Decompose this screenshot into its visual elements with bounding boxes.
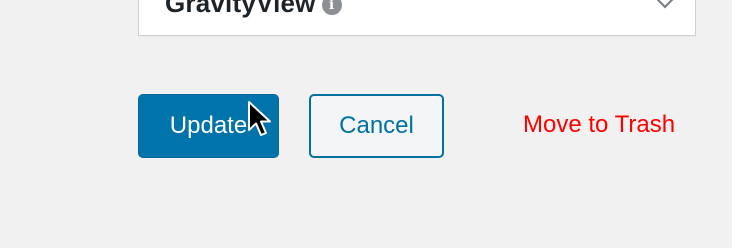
metabox-title: GravityView i (165, 0, 342, 19)
gravityview-metabox: GravityView i (138, 0, 696, 36)
chevron-down-icon[interactable] (653, 0, 677, 9)
metabox-title-text: GravityView (165, 0, 316, 18)
move-to-trash-link[interactable]: Move to Trash (523, 111, 675, 139)
cancel-button[interactable]: Cancel (309, 94, 444, 158)
info-icon[interactable]: i (321, 0, 342, 15)
update-button[interactable]: Update (138, 94, 279, 158)
